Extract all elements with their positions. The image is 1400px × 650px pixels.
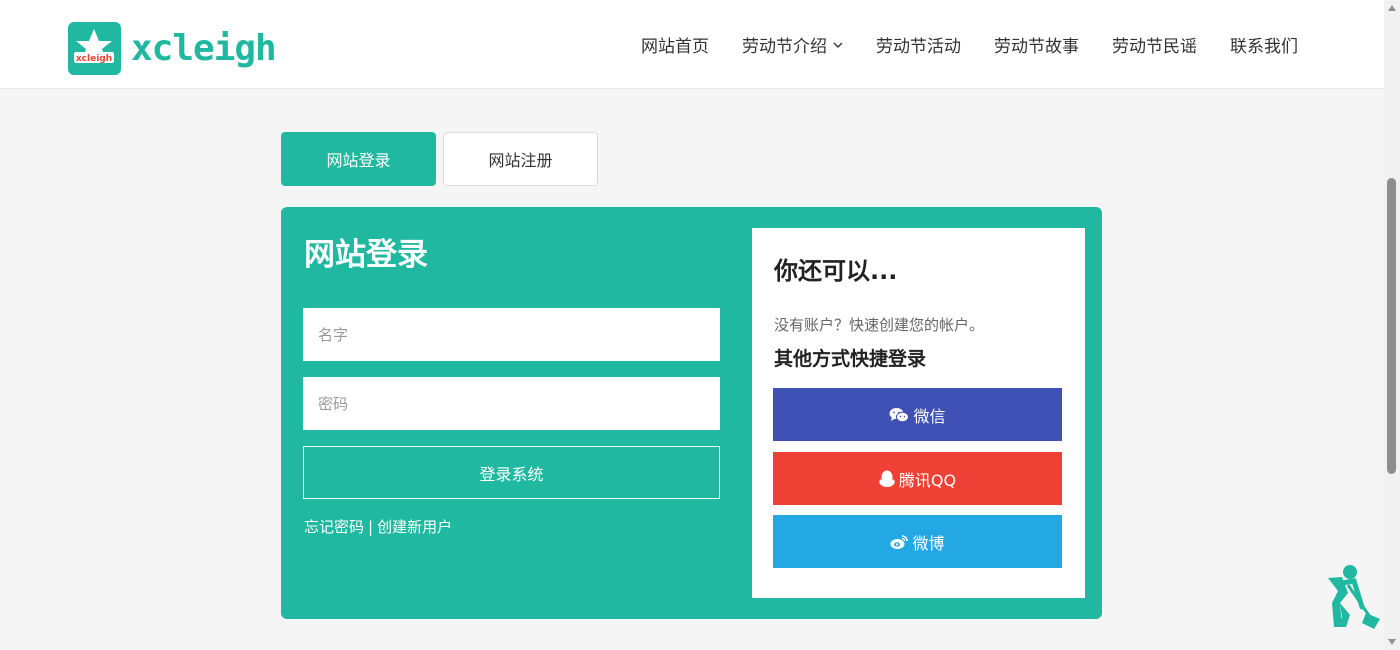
site-logo[interactable]: xcleigh xcleigh (68, 22, 277, 75)
wechat-icon (889, 407, 910, 422)
nav-item-activities[interactable]: 劳动节活动 (876, 32, 961, 57)
nav-item-folk-songs[interactable]: 劳动节民谣 (1112, 32, 1197, 57)
qq-icon (879, 470, 895, 487)
tab-login[interactable]: 网站登录 (281, 132, 436, 186)
alt-login-desc: 没有账户？快速创建您的帐户。 (774, 316, 985, 334)
auth-tabs: 网站登录 网站注册 (281, 132, 598, 186)
page: xcleigh xcleigh 网站首页 劳动节介绍 劳动节活动 劳动节故事 劳… (0, 0, 1400, 650)
site-header: xcleigh xcleigh 网站首页 劳动节介绍 劳动节活动 劳动节故事 劳… (0, 0, 1384, 89)
scroll-up-arrow-icon[interactable] (1387, 3, 1397, 13)
weibo-login-button[interactable]: 微博 (773, 515, 1062, 568)
nav-item-label: 劳动节民谣 (1112, 37, 1197, 57)
link-separator: | (368, 518, 374, 536)
password-input[interactable] (303, 377, 720, 430)
login-submit-button[interactable]: 登录系统 (303, 446, 720, 499)
chevron-down-icon (833, 42, 843, 48)
logo-text: xcleigh (131, 28, 277, 69)
alt-login-subtitle: 其他方式快捷登录 (774, 348, 927, 370)
nav-item-label: 网站首页 (641, 37, 709, 57)
login-title: 网站登录 (304, 237, 428, 273)
svg-text:xcleigh: xcleigh (76, 54, 112, 64)
nav-item-contact[interactable]: 联系我们 (1230, 32, 1298, 57)
page-scrollbar[interactable] (1384, 0, 1400, 650)
weibo-label: 微博 (912, 533, 945, 553)
worker-shovel-icon[interactable] (1318, 563, 1382, 631)
qq-login-button[interactable]: 腾讯QQ (773, 452, 1062, 505)
nav-item-intro[interactable]: 劳动节介绍 (742, 32, 843, 57)
tab-register[interactable]: 网站注册 (443, 132, 598, 186)
alt-login-title: 你还可以... (774, 257, 898, 285)
nav-item-stories[interactable]: 劳动节故事 (994, 32, 1079, 57)
logo-icon: xcleigh (68, 22, 121, 75)
nav-item-label: 劳动节介绍 (742, 37, 827, 57)
nav-item-label: 联系我们 (1230, 37, 1298, 57)
forgot-password-link[interactable]: 忘记密码 (304, 518, 364, 536)
alt-login-box: 你还可以... 没有账户？快速创建您的帐户。 其他方式快捷登录 微信 腾讯QQ … (752, 228, 1085, 598)
login-links: 忘记密码 | 创建新用户 (304, 516, 452, 537)
nav-item-label: 劳动节故事 (994, 37, 1079, 57)
main-nav: 网站首页 劳动节介绍 劳动节活动 劳动节故事 劳动节民谣 联系我们 (608, 0, 1298, 89)
qq-label: 腾讯QQ (898, 470, 957, 490)
create-user-link[interactable]: 创建新用户 (377, 518, 452, 536)
nav-item-home[interactable]: 网站首页 (641, 32, 709, 57)
scrollbar-thumb[interactable] (1387, 178, 1396, 474)
wechat-label: 微信 (913, 406, 946, 426)
scroll-down-arrow-icon[interactable] (1387, 637, 1397, 647)
nav-item-label: 劳动节活动 (876, 37, 961, 57)
wechat-login-button[interactable]: 微信 (773, 388, 1062, 441)
login-panel: 网站登录 登录系统 忘记密码|创建新用户 你还可以... 没有账户？快速创建您的… (281, 207, 1102, 619)
name-input[interactable] (303, 308, 720, 361)
weibo-icon (890, 534, 909, 549)
